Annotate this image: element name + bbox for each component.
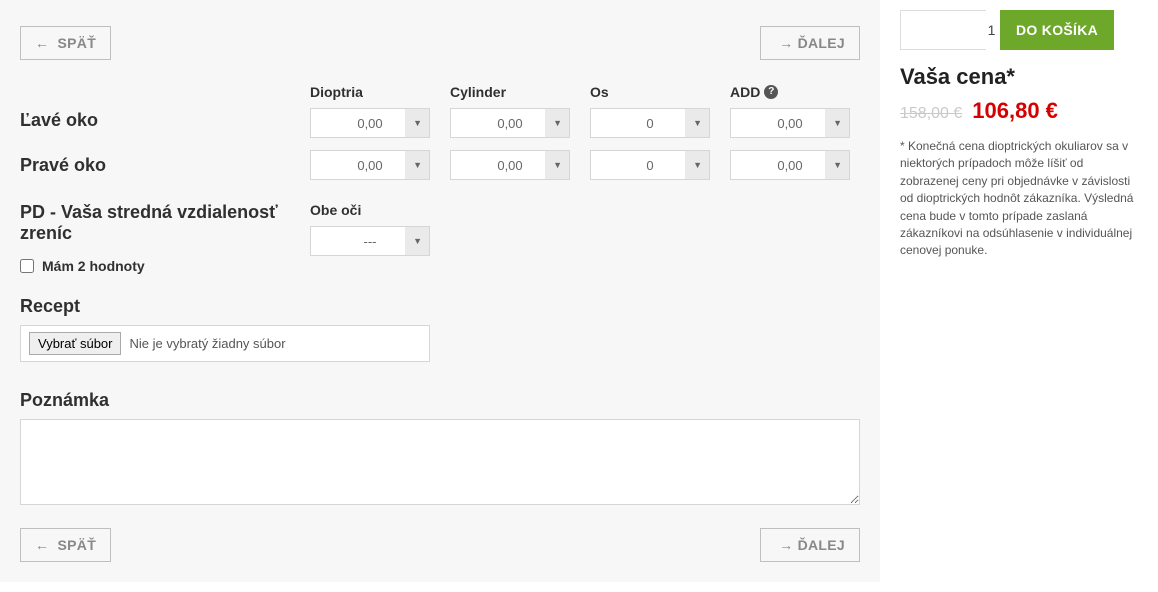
two-values-label[interactable]: Mám 2 hodnoty <box>42 258 145 274</box>
two-values-checkbox[interactable] <box>20 259 34 273</box>
old-price: 158,00 € <box>900 105 962 123</box>
section-note-title: Poznámka <box>20 390 860 411</box>
left-cylinder-select[interactable]: 0,00 <box>450 108 570 138</box>
row-pd: PD - Vaša stredná vzdialenosť zreníc Mám… <box>20 202 860 274</box>
right-add-select[interactable]: 0,00 <box>730 150 850 180</box>
next-button[interactable]: → ĎALEJ <box>760 26 860 60</box>
no-file-text: Nie je vybratý žiadny súbor <box>129 336 285 351</box>
bottom-nav: ← SPÄŤ → ĎALEJ <box>20 528 860 562</box>
help-icon[interactable]: ? <box>764 85 778 99</box>
top-nav: ← SPÄŤ → ĎALEJ <box>20 26 860 60</box>
right-cylinder-select[interactable]: 0,00 <box>450 150 570 180</box>
header-add: ADD ? <box>730 84 850 100</box>
left-add-select[interactable]: 0,00 <box>730 108 850 138</box>
label-left-eye: Ľavé oko <box>20 84 310 131</box>
header-dioptria: Dioptria <box>310 84 430 100</box>
left-dioptria-select[interactable]: 0,00 <box>310 108 430 138</box>
pd-select[interactable]: --- <box>310 226 430 256</box>
right-os-select[interactable]: 0 <box>590 150 710 180</box>
back-button-bottom[interactable]: ← SPÄŤ <box>20 528 111 562</box>
next-label: ĎALEJ <box>798 35 845 51</box>
quantity-stepper: ▲ ▼ <box>900 10 986 50</box>
choose-file-button[interactable]: Vybrať súbor <box>29 332 121 355</box>
row-left-eye: Ľavé oko Dioptria 0,00 Cylinder 0,00 Os … <box>20 84 860 138</box>
row-right-eye: Pravé oko 0,00 0,00 0 0,00 <box>20 150 860 180</box>
arrow-right-icon: → <box>779 537 793 553</box>
price-disclaimer: * Konečná cena dioptrických okuliarov sa… <box>900 138 1138 260</box>
arrow-left-icon: ← <box>35 537 49 553</box>
label-right-eye: Pravé oko <box>20 155 310 176</box>
form-panel: ← SPÄŤ → ĎALEJ Ľavé oko Dioptria 0,00 Cy… <box>0 0 880 582</box>
label-pd: PD - Vaša stredná vzdialenosť zreníc Mám… <box>20 202 310 274</box>
header-os: Os <box>590 84 710 100</box>
price-panel: ▲ ▼ DO KOŠÍKA Vaša cena* 158,00 € 106,80… <box>880 0 1158 582</box>
new-price: 106,80 € <box>972 98 1058 124</box>
arrow-left-icon: ← <box>35 35 49 51</box>
price-title: Vaša cena* <box>900 64 1138 90</box>
next-button-bottom[interactable]: → ĎALEJ <box>760 528 860 562</box>
back-button[interactable]: ← SPÄŤ <box>20 26 111 60</box>
header-cylinder: Cylinder <box>450 84 570 100</box>
file-input-box: Vybrať súbor Nie je vybratý žiadny súbor <box>20 325 430 362</box>
header-pd: Obe oči <box>310 202 430 218</box>
arrow-right-icon: → <box>779 35 793 51</box>
back-label: SPÄŤ <box>58 35 97 51</box>
left-os-select[interactable]: 0 <box>590 108 710 138</box>
right-dioptria-select[interactable]: 0,00 <box>310 150 430 180</box>
section-recipe-title: Recept <box>20 296 860 317</box>
note-textarea[interactable] <box>20 419 860 505</box>
add-to-cart-button[interactable]: DO KOŠÍKA <box>1000 10 1114 50</box>
